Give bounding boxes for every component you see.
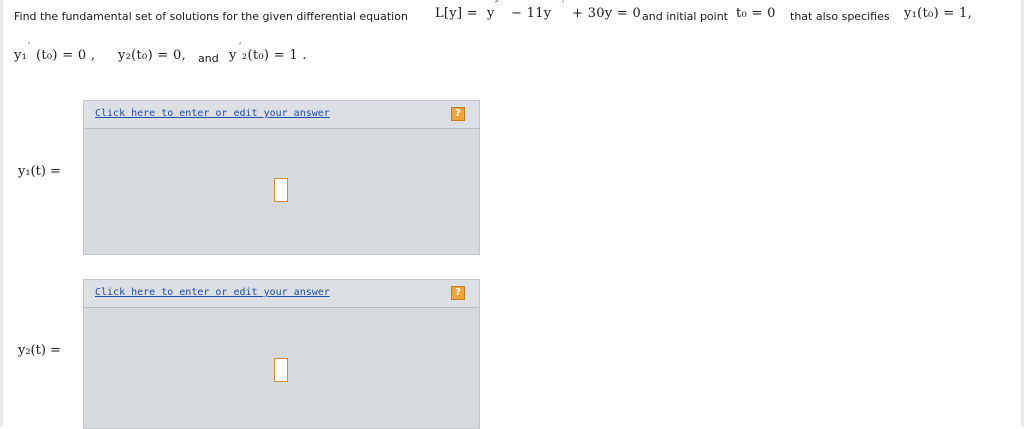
answer-y2-label: y₂(t) = [18,343,61,358]
question-text: Find the fundamental set of solutions fo… [14,0,1014,84]
condition-4-rest: ₂(t₀) = 1 . [242,48,307,63]
answer-y1-edit-link[interactable]: Click here to enter or edit your answer [95,108,330,119]
question-intro: Find the fundamental set of solutions fo… [14,10,408,23]
equation-rest: + 30y = 0 [572,6,642,21]
answer-y1-panel[interactable]: Click here to enter or edit your answer … [83,100,480,255]
initial-point-text: and initial point [642,10,728,23]
question-line-2: y₁ ′ (t₀) = 0 , y₂(t₀) = 0, and y ′ ₂(t₀… [14,42,1014,84]
question-mark-icon[interactable]: ? [451,107,465,121]
condition-2-y: y₁ [14,48,28,63]
condition-4-prime: ′ [239,42,242,53]
also-specifies-text: that also specifies [790,10,890,23]
condition-2-prime: ′ [28,42,31,53]
answer-y1-header: Click here to enter or edit your answer … [84,101,479,129]
initial-point-value: t₀ = 0 [736,6,776,21]
question-line-1: Find the fundamental set of solutions fo… [14,0,1014,44]
answer-y1-label: y₁(t) = [18,164,61,179]
left-frame-border [0,0,3,426]
equation-lhs: L[y] = [435,6,478,21]
and-text: and [198,52,219,65]
equation-middle: − 11y [511,6,552,21]
condition-4-y: y [229,48,237,63]
condition-1: y₁(t₀) = 1, [904,6,972,21]
answer-y2-header: Click here to enter or edit your answer … [84,280,479,308]
condition-2-rest: (t₀) = 0 , [36,48,96,63]
answer-y1-input-slot[interactable] [274,178,288,202]
equation-y: y [487,6,495,21]
equation-double-prime: ″ [495,0,499,11]
answer-y2-edit-link[interactable]: Click here to enter or edit your answer [95,287,330,298]
question-mark-icon[interactable]: ? [451,286,465,300]
answer-y2-panel[interactable]: Click here to enter or edit your answer … [83,279,480,429]
equation-prime: ′ [562,0,565,11]
condition-3: y₂(t₀) = 0, [118,48,186,63]
answer-y2-input-slot[interactable] [274,358,288,382]
